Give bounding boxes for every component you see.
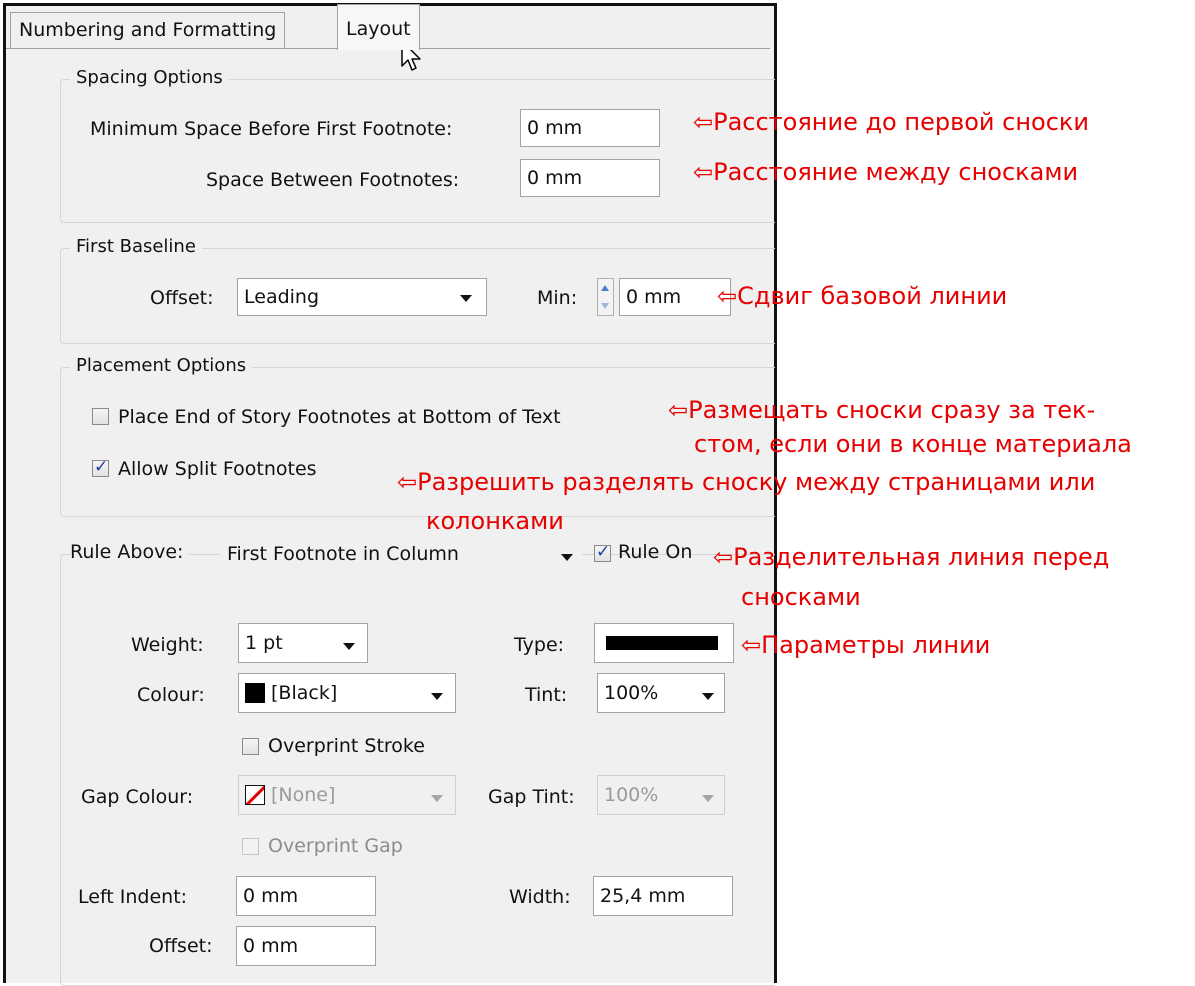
overprint-gap-checkbox <box>242 838 259 855</box>
end-of-story-checkbox[interactable] <box>92 408 109 425</box>
left-indent-label: Left Indent: <box>78 886 188 908</box>
allow-split-label: Allow Split Footnotes <box>118 458 317 480</box>
chevron-down-icon <box>343 643 355 650</box>
rule-on-checkbox[interactable] <box>594 542 611 562</box>
annotation-rule-line2: сносками <box>741 583 861 611</box>
rule-offset-label: Offset: <box>149 935 213 957</box>
annotation-split-line1: ⇦Разрешить разделять сноску между страни… <box>397 468 1096 496</box>
baseline-min-label: Min: <box>537 287 578 309</box>
weight-label: Weight: <box>131 634 204 656</box>
spin-up-icon[interactable] <box>601 285 609 291</box>
annotation-space-between: ⇦Расстояние между сносками <box>693 158 1079 186</box>
tint-dropdown[interactable]: 100% <box>597 673 725 713</box>
end-of-story-label: Place End of Story Footnotes at Bottom o… <box>118 406 561 428</box>
annotation-split-line2: колонками <box>426 507 564 535</box>
stroke-type-sample <box>606 636 718 650</box>
baseline-offset-dropdown[interactable]: Leading <box>237 278 487 316</box>
chevron-down-icon <box>431 693 443 700</box>
chevron-down-icon <box>702 795 714 802</box>
annotation-baseline-offset: ⇦Сдвиг базовой линии <box>717 282 1008 310</box>
overprint-stroke-checkbox[interactable] <box>242 738 259 755</box>
chevron-down-icon <box>460 295 472 302</box>
baseline-min-stepper[interactable] <box>597 278 614 316</box>
spin-down-icon[interactable] <box>601 303 609 309</box>
none-swatch-icon <box>245 785 265 805</box>
chevron-down-icon <box>431 795 443 802</box>
min-space-field[interactable]: 0 mm <box>520 109 660 147</box>
weight-dropdown[interactable]: 1 pt <box>238 623 368 663</box>
rule-on-label: Rule On <box>618 541 693 563</box>
allow-split-checkbox[interactable] <box>92 457 109 477</box>
tab-numbering-and-formatting[interactable]: Numbering and Formatting <box>10 12 286 48</box>
colour-value: [Black] <box>271 682 338 704</box>
gap-tint-value: 100% <box>604 784 659 806</box>
annotation-min-space: ⇦Расстояние до первой сноски <box>693 108 1089 136</box>
spacing-options-group <box>60 79 775 223</box>
tint-value: 100% <box>604 682 659 704</box>
annotation-line-params: ⇦Параметры линии <box>741 631 991 659</box>
placement-options-legend: Placement Options <box>70 355 253 376</box>
weight-value: 1 pt <box>245 632 283 654</box>
width-label: Width: <box>509 886 571 908</box>
gap-tint-label: Gap Tint: <box>488 786 575 808</box>
overprint-stroke-label: Overprint Stroke <box>268 735 425 757</box>
gap-tint-dropdown: 100% <box>597 775 725 815</box>
left-indent-field[interactable]: 0 mm <box>236 876 376 916</box>
rule-offset-field[interactable]: 0 mm <box>236 926 376 966</box>
tab-layout[interactable]: Layout <box>337 4 420 50</box>
space-between-field[interactable]: 0 mm <box>520 159 660 197</box>
gap-colour-label: Gap Colour: <box>81 786 194 808</box>
baseline-offset-value: Leading <box>244 286 320 308</box>
gap-colour-dropdown: [None] <box>238 775 456 815</box>
rule-above-label: Rule Above: <box>70 541 190 563</box>
colour-label: Colour: <box>137 684 205 706</box>
annotation-placement-line1: ⇦Размещать сноски сразу за тек- <box>668 396 1096 424</box>
rule-above-dropdown[interactable]: First Footnote in Column <box>220 535 582 573</box>
annotation-rule-line1: ⇦Разделительная линия перед <box>713 543 1110 571</box>
chevron-down-icon <box>561 554 573 561</box>
type-label: Type: <box>514 634 565 656</box>
rule-above-group <box>60 554 775 986</box>
black-swatch-icon <box>245 683 265 703</box>
overprint-gap-label: Overprint Gap <box>268 835 403 857</box>
rule-above-value: First Footnote in Column <box>227 543 459 565</box>
gap-colour-value: [None] <box>271 784 336 806</box>
baseline-offset-label: Offset: <box>150 287 214 309</box>
width-field[interactable]: 25,4 mm <box>593 876 733 916</box>
baseline-min-field[interactable]: 0 mm <box>619 278 731 316</box>
tint-label: Tint: <box>525 684 568 706</box>
spacing-options-legend: Spacing Options <box>70 67 229 88</box>
first-baseline-legend: First Baseline <box>70 236 202 257</box>
annotation-placement-line2: стом, если они в конце материала <box>694 430 1132 458</box>
chevron-down-icon <box>702 693 714 700</box>
space-between-label: Space Between Footnotes: <box>206 169 460 191</box>
colour-dropdown[interactable]: [Black] <box>238 673 456 713</box>
min-space-label: Minimum Space Before First Footnote: <box>90 118 453 140</box>
